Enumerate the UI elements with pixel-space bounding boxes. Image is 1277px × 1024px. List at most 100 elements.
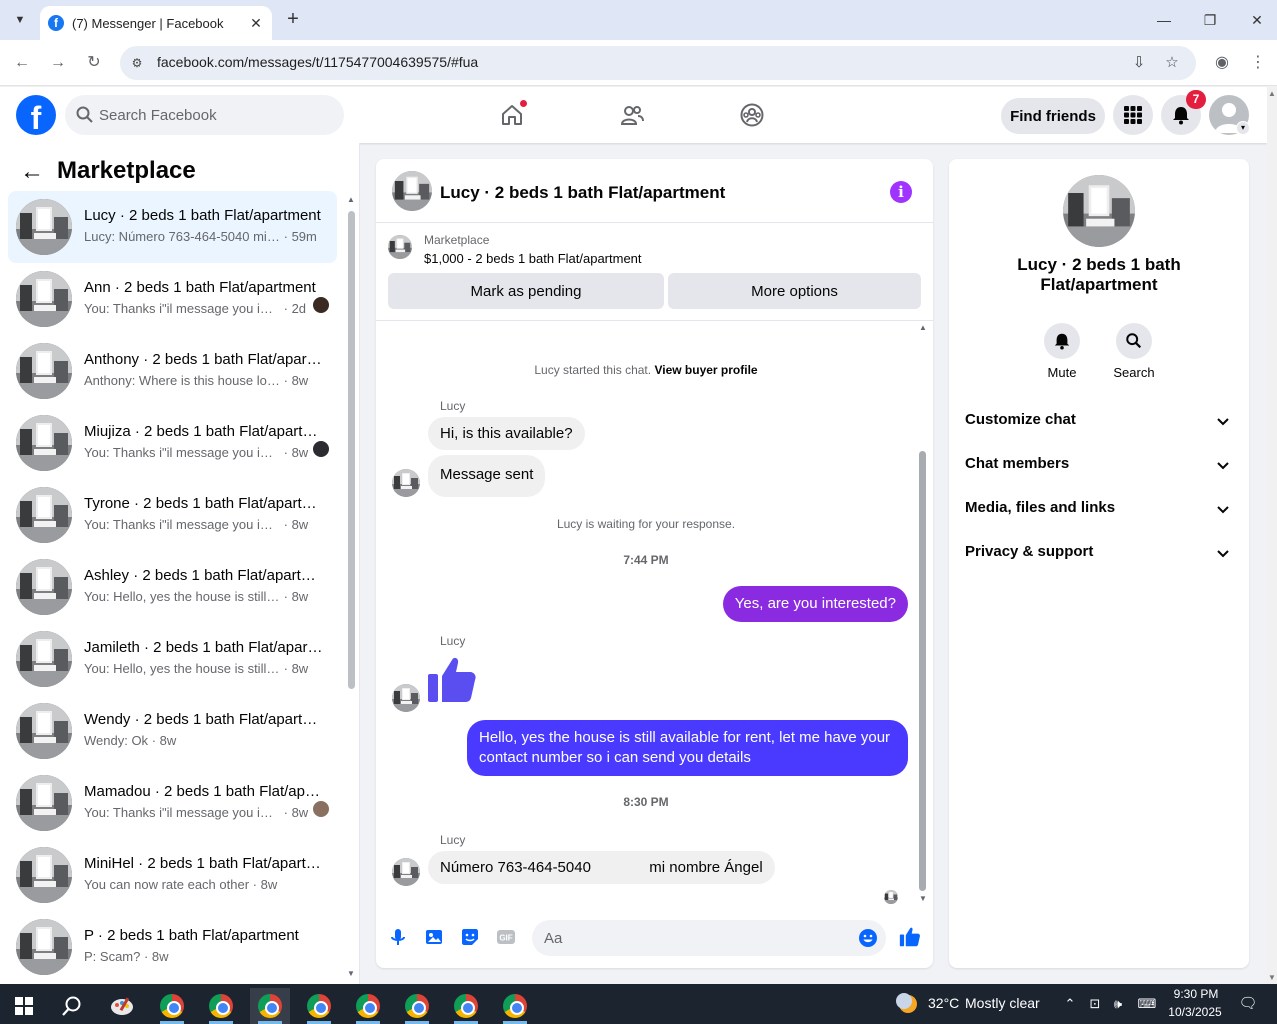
friends-tab[interactable] (602, 95, 662, 135)
close-window-icon[interactable]: ✕ (1245, 8, 1269, 32)
forward-icon[interactable]: → (46, 51, 70, 75)
conversation-item[interactable]: Miujiza · 2 beds 1 bath Flat/apartment Yo… (8, 407, 337, 479)
listing-avatar-large[interactable] (1063, 175, 1135, 247)
outgoing-message[interactable]: Yes, are you interested? (722, 586, 908, 622)
taskbar-chrome-window[interactable] (446, 988, 486, 1024)
incoming-message[interactable]: Hi, is this available? (428, 417, 585, 450)
weather-description[interactable]: Mostly clear (965, 995, 1040, 1011)
new-tab-icon[interactable]: + (282, 8, 304, 30)
mute-circle[interactable] (1044, 323, 1080, 359)
account-chevron-icon[interactable]: ▾ (1236, 121, 1250, 135)
back-icon[interactable]: ← (10, 51, 34, 75)
menu-button[interactable] (1113, 95, 1153, 135)
taskbar-chrome-window[interactable] (152, 988, 192, 1024)
scroll-up-icon[interactable]: ▲ (1268, 89, 1276, 98)
scrollbar-thumb[interactable] (919, 451, 926, 891)
show-hidden-icons-icon[interactable]: ⌃ (1062, 996, 1078, 1012)
voice-clip-button[interactable] (386, 925, 410, 949)
conversation-item[interactable]: Lucy · 2 beds 1 bath Flat/apartment Lucy:… (8, 191, 337, 263)
taskbar-chrome-window[interactable] (250, 988, 290, 1024)
restore-icon[interactable]: ❐ (1198, 8, 1222, 32)
details-section-row[interactable]: Privacy & support (957, 531, 1241, 575)
install-app-icon[interactable]: ⇩ (1128, 52, 1150, 74)
taskbar-app-paint[interactable] (102, 988, 142, 1024)
profile-icon[interactable]: ◉ (1210, 51, 1234, 75)
send-like-button[interactable] (898, 925, 922, 949)
details-section-row[interactable]: Media, files and links (957, 487, 1241, 531)
search-input[interactable] (99, 95, 329, 135)
taskbar-chrome-window[interactable] (348, 988, 388, 1024)
sender-avatar[interactable] (392, 684, 420, 712)
search-circle[interactable] (1116, 323, 1152, 359)
facebook-search[interactable] (65, 95, 344, 135)
scroll-down-icon[interactable]: ▼ (1268, 973, 1276, 982)
weather-temperature[interactable]: 32°C (928, 995, 959, 1011)
keyboard-icon[interactable]: ⌨ (1135, 996, 1159, 1012)
search-conversation-button[interactable]: Search (1104, 323, 1164, 380)
sticker-button[interactable] (458, 925, 482, 949)
clock-time[interactable]: 9:30 PM (1170, 987, 1222, 1001)
weather-moon-icon[interactable] (896, 992, 920, 1016)
page-scrollbar[interactable]: ▲ ▼ (1267, 87, 1277, 984)
facebook-logo-icon[interactable]: f (16, 95, 56, 135)
incoming-message[interactable]: Número 763-464-5040 mi nombre Ángel (428, 851, 775, 884)
details-section-row[interactable]: Customize chat (957, 399, 1241, 443)
sender-avatar[interactable] (392, 469, 420, 497)
message-input-container[interactable] (532, 920, 886, 956)
mark-as-pending-button[interactable]: Mark as pending (388, 273, 664, 309)
groups-tab[interactable] (722, 95, 782, 135)
address-bar[interactable]: ⚙ facebook.com/messages/t/11754770046395… (120, 46, 1196, 80)
listing-thumbnail[interactable] (388, 235, 412, 259)
attach-photo-button[interactable] (422, 925, 446, 949)
conversation-scrollbar[interactable]: ▲ ▼ (345, 193, 357, 984)
browser-tab[interactable]: f (7) Messenger | Facebook ✕ (40, 6, 272, 40)
scroll-up-icon[interactable]: ▲ (347, 195, 355, 204)
taskbar-chrome-window[interactable] (201, 988, 241, 1024)
taskbar-chrome-window[interactable] (397, 988, 437, 1024)
thread-scrollbar[interactable]: ▲ ▼ (916, 321, 930, 903)
bookmark-star-icon[interactable]: ☆ (1161, 52, 1183, 74)
listing-avatar[interactable] (392, 171, 432, 211)
conversation-item[interactable]: Ann · 2 beds 1 bath Flat/apartment You: T… (8, 263, 337, 335)
listing-price[interactable]: $1,000 - 2 beds 1 bath Flat/apartment (424, 251, 642, 266)
incoming-message[interactable]: Message sent (428, 455, 546, 497)
info-icon[interactable]: i (890, 181, 912, 203)
taskbar-search-button[interactable] (52, 988, 92, 1024)
view-buyer-profile-link[interactable]: View buyer profile (654, 363, 757, 377)
mute-button[interactable]: Mute (1032, 323, 1092, 380)
tab-search-icon[interactable]: ▼ (8, 8, 32, 32)
outgoing-message[interactable]: Hello, yes the house is still available … (467, 720, 908, 776)
message-input[interactable] (544, 920, 844, 956)
chat-title[interactable]: Lucy · 2 beds 1 bath Flat/apartment (440, 183, 725, 203)
volume-icon[interactable]: 🕪 (1110, 996, 1126, 1012)
back-arrow-icon[interactable]: ← (20, 160, 44, 184)
gif-button[interactable]: GIF (494, 925, 518, 949)
taskbar-chrome-window[interactable] (299, 988, 339, 1024)
conversation-item[interactable]: Tyrone · 2 beds 1 bath Flat/apartment You… (8, 479, 337, 551)
conversation-item[interactable]: Mamadou · 2 beds 1 bath Flat/apartment Yo… (8, 767, 337, 839)
clock-date[interactable]: 10/3/2025 (1166, 1005, 1224, 1019)
conversation-item[interactable]: Wendy · 2 beds 1 bath Flat/apartment Wend… (8, 695, 337, 767)
taskbar-chrome-window[interactable] (495, 988, 535, 1024)
minimize-icon[interactable]: — (1152, 8, 1176, 32)
menu-icon[interactable]: ⋮ (1246, 51, 1270, 75)
emoji-icon[interactable] (858, 928, 878, 948)
conversation-item[interactable]: MiniHel · 2 beds 1 bath Flat/apartment Yo… (8, 839, 337, 911)
url-text[interactable]: facebook.com/messages/t/1175477004639575… (157, 54, 478, 70)
start-button[interactable] (4, 988, 44, 1024)
meet-now-icon[interactable]: ⊡ (1087, 996, 1103, 1012)
find-friends-button[interactable]: Find friends (1001, 98, 1105, 134)
scroll-down-icon[interactable]: ▼ (919, 894, 927, 903)
conversation-item[interactable]: P · 2 beds 1 bath Flat/apartment P: Scam?… (8, 911, 337, 983)
conversation-item[interactable]: Anthony · 2 beds 1 bath Flat/apartment An… (8, 335, 337, 407)
reload-icon[interactable]: ↻ (82, 51, 106, 75)
home-tab[interactable] (482, 95, 542, 135)
scroll-down-icon[interactable]: ▼ (347, 969, 355, 978)
thumbs-up-icon[interactable] (426, 654, 478, 706)
scrollbar-thumb[interactable] (348, 211, 355, 689)
site-info-icon[interactable]: ⚙ (128, 54, 146, 72)
details-section-row[interactable]: Chat members (957, 443, 1241, 487)
conversation-item[interactable]: Ashley · 2 beds 1 bath Flat/apartment You… (8, 551, 337, 623)
more-options-button[interactable]: More options (668, 273, 921, 309)
sender-avatar[interactable] (392, 858, 420, 886)
